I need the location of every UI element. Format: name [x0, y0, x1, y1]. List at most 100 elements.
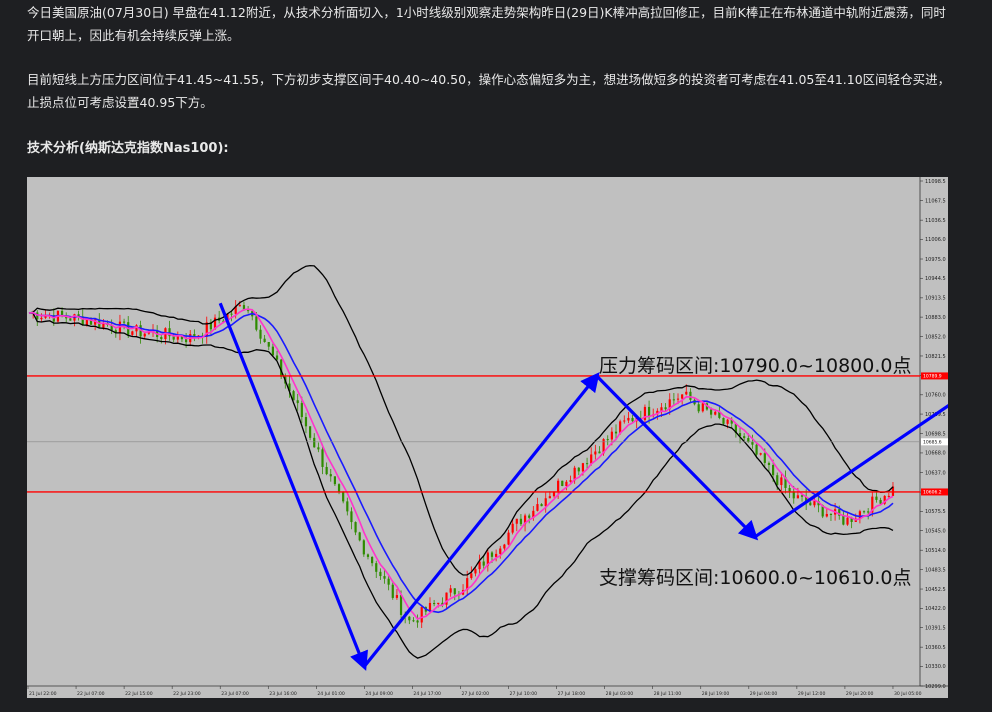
candle-body — [577, 467, 580, 472]
candle-body — [548, 496, 551, 499]
candle-body — [585, 463, 589, 465]
candle-body — [453, 588, 456, 595]
candle-body — [846, 517, 849, 525]
time-tick-label: 28 Jul 19:00 — [702, 691, 730, 697]
candle-body — [482, 561, 485, 566]
article-paragraph-1: 今日美国原油(07月30日) 早盘在41.12附近，从技术分析面切入，1小时线级… — [27, 5, 946, 43]
candle-body — [474, 569, 477, 574]
up-trend-arrow-1 — [363, 372, 600, 668]
candle-body — [515, 518, 518, 524]
time-tick-label: 27 Jul 10:00 — [510, 691, 538, 697]
price-tick-label: 10483.5 — [925, 567, 946, 573]
price-tick-label: 10975.0 — [925, 257, 946, 263]
candle-body — [606, 439, 609, 441]
section-heading: 技术分析(纳斯达克指数Nas100): — [27, 141, 229, 156]
candle-body — [771, 465, 775, 476]
candle-body — [610, 431, 613, 440]
candle-body — [763, 453, 766, 463]
candle-body — [60, 310, 64, 316]
candle-body — [507, 532, 510, 545]
price-tick-label: 10944.5 — [925, 276, 946, 282]
candle-body — [743, 436, 746, 439]
candle-body — [366, 554, 370, 557]
candle-body — [420, 607, 423, 623]
candle-body — [887, 495, 890, 497]
time-tick-label: 29 Jul 04:00 — [750, 691, 778, 697]
candle-body — [379, 571, 382, 577]
candle-body — [255, 316, 258, 330]
candle-body — [755, 444, 758, 455]
candle-body — [313, 437, 316, 448]
candle-body — [528, 515, 531, 518]
candle-body — [862, 511, 866, 513]
time-tick-label: 30 Jul 05:00 — [894, 691, 922, 697]
price-tick-label: 11036.5 — [925, 218, 946, 224]
time-tick-label: 22 Jul 07:00 — [77, 691, 105, 697]
candle-body — [503, 544, 506, 549]
candle-body — [598, 451, 601, 454]
price-tick-label: 10852.0 — [925, 335, 946, 341]
candle-body — [722, 417, 725, 424]
time-tick-label: 24 Jul 09:00 — [365, 691, 393, 697]
zone-lines: 10789.9 10606.2 10685.6 — [27, 372, 948, 496]
down-trend-arrow-2 — [595, 374, 759, 541]
price-tick-label: 10883.0 — [925, 315, 946, 321]
candle-body — [412, 620, 415, 622]
candle-body — [399, 595, 403, 615]
price-tick-label: 10913.5 — [925, 296, 946, 302]
candle-body — [495, 553, 498, 557]
price-tick-label: 10360.5 — [925, 645, 946, 651]
price-tick-label: 10514.0 — [925, 548, 946, 554]
price-tick-label: 10330.0 — [925, 664, 946, 670]
price-tick-label: 10391.5 — [925, 625, 946, 631]
candle-body — [627, 417, 630, 421]
time-tick-label: 28 Jul 11:00 — [654, 691, 682, 697]
current-price-tag-text: 10685.6 — [923, 439, 942, 445]
article-paragraph-2: 目前短线上方压力区间位于41.45~41.55，下方初步支撑区间于40.40~4… — [27, 72, 951, 110]
price-tick-label: 10545.0 — [925, 528, 946, 534]
candle-body — [470, 573, 473, 579]
candle-body — [449, 588, 452, 593]
candle-body — [714, 411, 717, 415]
candle-body — [561, 480, 564, 486]
candle-body — [788, 487, 791, 492]
candle-body — [511, 523, 514, 533]
candle-body — [796, 495, 799, 499]
indicator-lines — [28, 264, 894, 659]
time-tick-label: 28 Jul 03:00 — [606, 691, 634, 697]
candle-body — [726, 419, 729, 424]
candle-body — [701, 403, 704, 412]
candle-body — [329, 474, 332, 477]
price-tick-label: 10299.0 — [925, 684, 946, 690]
support-price-tag-text: 10606.2 — [923, 490, 942, 496]
time-axis: 21 Jul 22:00 22 Jul 07:00 22 Jul 15:00 22 J… — [27, 686, 922, 697]
candle-body — [416, 620, 419, 623]
candle-body — [275, 355, 279, 360]
time-tick-label: 29 Jul 12:00 — [798, 691, 826, 697]
candle-body — [354, 522, 357, 533]
time-tick-label: 22 Jul 15:00 — [125, 691, 153, 697]
candle-body — [623, 420, 626, 422]
candle-body — [676, 398, 680, 400]
candle-body — [346, 501, 349, 512]
candle-body — [383, 576, 386, 579]
candle-body — [672, 399, 675, 401]
candle-body — [131, 331, 134, 335]
candle-body — [321, 449, 324, 467]
candle-body — [143, 333, 146, 337]
candle-body — [647, 406, 651, 417]
candle-body — [309, 426, 312, 438]
price-tick-label: 11098.5 — [925, 179, 946, 185]
candle-body — [536, 504, 539, 511]
candle-body — [867, 511, 870, 513]
candle-body — [300, 403, 303, 418]
time-tick-label: 24 Jul 01:00 — [317, 691, 345, 697]
price-tick-label: 10637.0 — [925, 470, 946, 476]
bollinger-upper-band — [28, 264, 894, 576]
candle-body — [267, 342, 270, 347]
candle-body — [879, 499, 882, 504]
candle-body — [697, 404, 700, 412]
candle-body — [751, 441, 754, 445]
candle-body — [230, 313, 233, 315]
candle-body — [780, 477, 783, 486]
